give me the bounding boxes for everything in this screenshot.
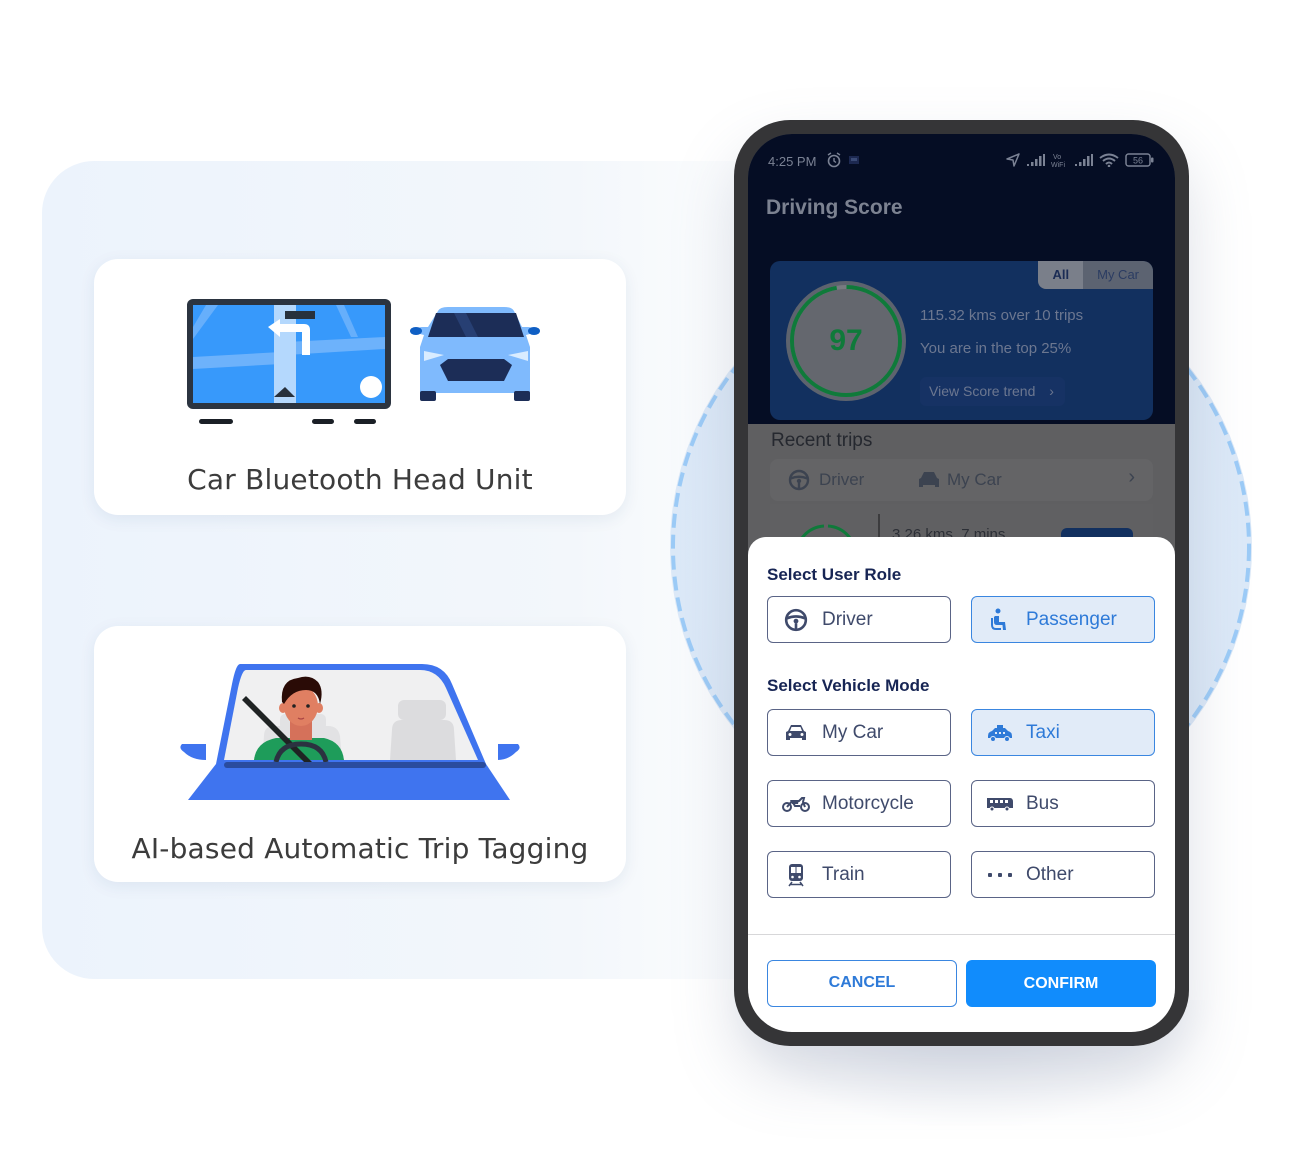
signal-icon (1075, 154, 1093, 166)
segment-all[interactable]: All (1038, 261, 1084, 289)
option-label: Passenger (1026, 608, 1117, 630)
motorcycle-icon (782, 796, 810, 812)
alarm-icon (827, 152, 841, 168)
option-label: Other (1026, 863, 1074, 885)
confirm-button[interactable]: CONFIRM (966, 960, 1156, 1007)
passenger-seat-icon (991, 608, 1006, 630)
mode-option-bus[interactable]: Bus (971, 780, 1155, 827)
segment-my-car[interactable]: My Car (1083, 261, 1153, 289)
option-label: Driver (822, 608, 873, 630)
wifi-icon (1099, 153, 1119, 167)
option-label: Taxi (1026, 721, 1060, 743)
notification-icon (849, 156, 859, 164)
trip-role: Driver (819, 470, 865, 489)
chevron-right-icon: › (1128, 466, 1135, 488)
view-score-trend-button[interactable]: View Score trend › (920, 377, 1065, 406)
score-value: 97 (829, 324, 863, 357)
mode-option-my-car[interactable]: My Car (767, 709, 951, 756)
vowifi-icon: VoWiFi (1051, 154, 1065, 168)
mode-option-taxi[interactable]: Taxi (971, 709, 1155, 756)
signal-icon (1027, 154, 1045, 166)
feature-card-head-unit: Car Bluetooth Head Unit (94, 259, 626, 515)
taxi-icon (988, 724, 1012, 742)
filter-segment: All My Car (1038, 261, 1153, 289)
more-dots-icon (988, 872, 1012, 877)
feature-title: AI-based Automatic Trip Tagging (131, 832, 589, 865)
feature-title: Car Bluetooth Head Unit (187, 463, 533, 496)
feature-card-trip-tagging: AI-based Automatic Trip Tagging (94, 626, 626, 882)
vehicle-mode-label: Select Vehicle Mode (767, 676, 930, 695)
chevron-right-icon: › (1049, 383, 1054, 399)
recent-trip-filter-row[interactable]: Driver My Car › (770, 459, 1153, 501)
steering-wheel-icon (784, 608, 808, 631)
car-head-unit-navigation-illustration (187, 299, 540, 424)
score-card: All My Car 97 115.32 kms over 10 trips Y… (770, 261, 1153, 420)
trend-button-label: View Score trend (929, 383, 1036, 399)
status-time: 4:25 PM (768, 154, 817, 169)
svg-text:56: 56 (1133, 156, 1143, 166)
role-option-driver[interactable]: Driver (767, 596, 951, 643)
option-label: Motorcycle (822, 792, 914, 814)
app-title: Driving Score (766, 196, 903, 219)
svg-text:WiFi: WiFi (1051, 162, 1065, 168)
steering-wheel-icon (788, 469, 810, 491)
mode-option-train[interactable]: Train (767, 851, 951, 898)
mode-option-motorcycle[interactable]: Motorcycle (767, 780, 951, 827)
option-label: Train (822, 863, 865, 885)
battery-icon: 56 (1125, 153, 1154, 167)
status-bar: 4:25 PM Vo WiFi 56 (768, 152, 1155, 172)
phone-frame: 4:25 PM Vo WiFi 56 Driving Score All My … (734, 120, 1189, 1046)
option-label: Bus (1026, 792, 1059, 814)
car-icon (786, 724, 806, 740)
role-option-passenger[interactable]: Passenger (971, 596, 1155, 643)
driver-in-car-illustration (180, 664, 520, 800)
car-icon (919, 472, 939, 487)
score-rank: You are in the top 25% (920, 340, 1072, 357)
mode-option-other[interactable]: Other (971, 851, 1155, 898)
bus-icon (987, 797, 1013, 811)
location-icon (1006, 153, 1020, 167)
trip-vehicle: My Car (947, 470, 1002, 489)
option-label: My Car (822, 721, 884, 743)
phone-screen: 4:25 PM Vo WiFi 56 Driving Score All My … (748, 134, 1175, 1032)
recent-trips-title: Recent trips (771, 430, 873, 451)
user-role-label: Select User Role (767, 565, 902, 584)
train-icon (788, 863, 804, 886)
svg-text:Vo: Vo (1053, 154, 1061, 161)
cancel-button[interactable]: CANCEL (767, 960, 957, 1007)
sheet-divider (748, 934, 1175, 935)
score-distance: 115.32 kms over 10 trips (920, 307, 1084, 324)
trip-tag-bottom-sheet: Select User Role Driver Passenger Select… (748, 537, 1175, 1032)
